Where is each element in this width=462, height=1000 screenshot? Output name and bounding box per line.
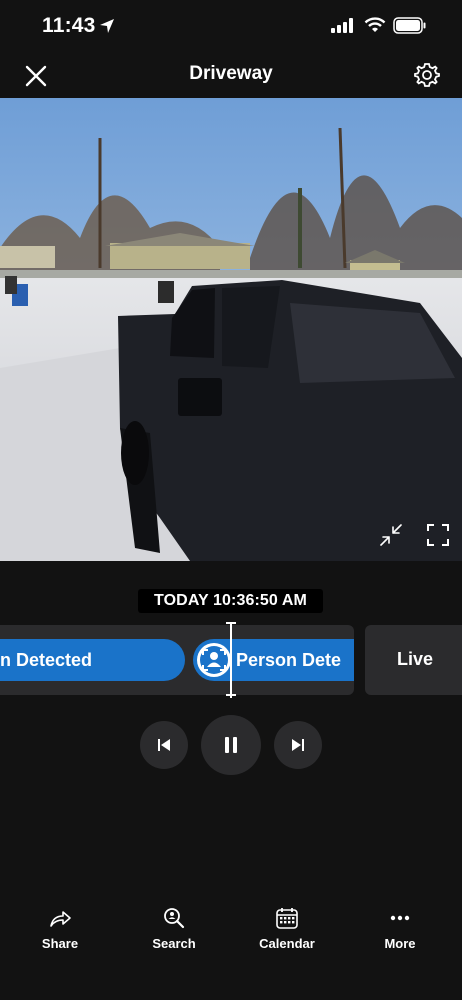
share-icon [50,911,71,927]
more-button[interactable]: More [350,900,450,960]
previous-event-button[interactable] [140,721,188,769]
more-icon [390,915,410,921]
event-label: n Detected [0,650,93,670]
share-label: Share [41,936,79,951]
live-button[interactable]: Live [365,625,462,695]
calendar-button[interactable]: Calendar [237,900,337,960]
timeline-scrubber[interactable] [230,622,232,698]
calendar-label: Calendar [259,936,315,951]
search-icon [164,908,185,929]
search-label: Search [152,936,196,951]
share-button[interactable]: Share [10,900,110,960]
person-icon [197,643,231,677]
event-pill[interactable]: Person Dete [193,639,354,681]
event-pill[interactable]: n Detected [0,639,185,681]
status-bar: 11:43 [0,0,462,54]
live-label: Live [397,649,434,669]
timeline-track: n Detected Person Dete [0,625,354,695]
pickup-truck [118,280,462,561]
video-timestamp: TODAY 10:36:50 AM [138,589,323,613]
cellular-signal-icon [331,18,353,33]
pause-button[interactable] [201,715,261,775]
page-title: Driveway [189,63,273,84]
bottom-toolbar: Share Search Calendar More [0,900,462,970]
calendar-icon [276,908,298,929]
location-arrow-icon [100,19,114,33]
pause-icon [225,737,237,753]
search-button[interactable]: Search [124,900,224,960]
header: Driveway [0,54,462,98]
next-event-button[interactable] [274,721,322,769]
wifi-icon [364,17,386,32]
skip-back-icon [158,739,170,751]
battery-icon [393,17,426,34]
minimize-icon[interactable] [378,522,404,548]
camera-video-feed[interactable] [0,98,462,561]
scrubber-cap-bottom [226,694,236,696]
more-label: More [384,936,416,951]
status-time: 11:43 [42,14,96,37]
gear-icon[interactable] [413,61,441,89]
fullscreen-icon[interactable] [425,522,451,548]
event-label: Person Dete [236,650,342,670]
scrubber-cap-top [226,622,236,624]
skip-forward-icon [292,739,304,751]
